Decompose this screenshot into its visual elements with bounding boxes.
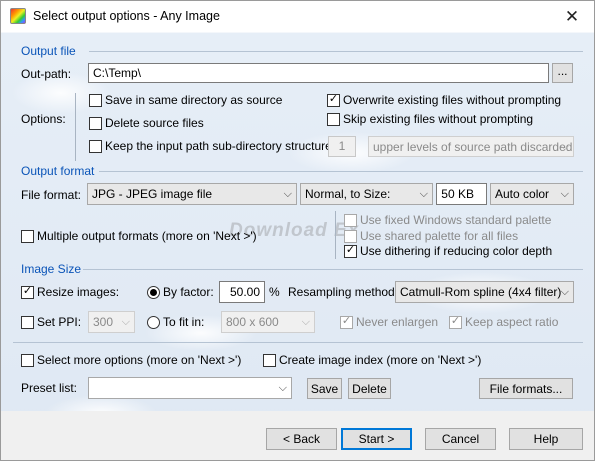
group-output-format: Output format [21,164,95,178]
dithering-checkbox[interactable]: ✓ [344,244,357,258]
select-more-label: Select more options (more on 'Next >') [37,353,242,367]
chevron-down-icon: ⌵ [560,141,569,153]
file-format-value: JPG - JPEG image file [92,187,213,201]
overwrite-checkbox[interactable]: ✓ [327,93,340,107]
radio-dot [150,289,157,296]
ppi-value: 300 [93,315,114,329]
chevron-down-icon: ⌵ [560,188,569,200]
keep-subdir-label: Keep the input path sub-directory struct… [105,139,336,153]
divider [83,269,583,270]
resize-label: Resize images: [37,285,120,299]
help-button[interactable]: Help [509,428,583,450]
check-icon: ✓ [345,244,356,256]
browse-button[interactable]: ... [552,63,573,83]
keep-subdir-checkbox[interactable] [89,140,102,153]
options-label: Options: [21,112,66,126]
shared-palette-label: Use shared palette for all files [360,229,519,243]
levels-combo-value: upper levels of source path discarded [373,140,573,154]
never-enlarge-label: Never enlargen [356,315,439,329]
resampling-combo[interactable]: Catmull-Rom spline (4x4 filter) ⌵ [395,281,574,303]
chevron-down-icon: ⌵ [419,188,428,200]
out-path-field[interactable]: C:\Temp\ [88,63,549,83]
fit-combo[interactable]: 800 x 600 ⌵ [221,311,315,333]
divider [13,342,583,343]
chevron-down-icon: ⌵ [278,382,287,394]
delete-source-label: Delete source files [105,116,204,130]
levels-combo[interactable]: upper levels of source path discarded ⌵ [368,136,574,157]
delete-source-checkbox[interactable] [89,117,102,130]
fit-value: 800 x 600 [226,315,279,329]
create-index-checkbox[interactable] [263,354,276,367]
keep-aspect-checkbox[interactable]: ✓ [449,315,462,329]
divider [89,51,583,52]
options-bracket [75,93,76,161]
dialog-window: Select output options - Any Image ✕ Down… [0,0,595,461]
set-ppi-label: Set PPI: [37,315,82,329]
preset-list-combo[interactable]: ⌵ [88,377,292,399]
keep-aspect-label: Keep aspect ratio [465,315,559,329]
preset-list-label: Preset list: [21,381,78,395]
window-title: Select output options - Any Image [33,9,220,23]
file-format-label: File format: [21,188,82,202]
by-factor-radio[interactable] [147,286,160,299]
file-format-combo[interactable]: JPG - JPEG image file ⌵ [87,183,297,205]
check-icon: ✓ [450,315,461,327]
skip-existing-checkbox[interactable] [327,113,340,126]
fixed-palette-checkbox[interactable] [344,214,357,227]
group-image-size: Image Size [21,262,82,276]
fixed-palette-label: Use fixed Windows standard palette [360,213,552,227]
color-mode-value: Auto color [495,187,550,201]
size-value-field[interactable]: 50 KB [436,183,487,205]
select-more-checkbox[interactable] [21,354,34,367]
multiple-formats-checkbox[interactable] [21,230,34,243]
chevron-down-icon: ⌵ [560,286,569,298]
multiple-formats-label: Multiple output formats (more on 'Next >… [37,229,257,243]
start-button[interactable]: Start > [341,428,412,450]
chevron-down-icon: ⌵ [301,316,310,328]
dialog-body: Download Ex Output file Out-path: C:\Tem… [1,33,594,460]
file-formats-button[interactable]: File formats... [479,378,573,399]
out-path-label: Out-path: [21,67,72,81]
save-same-dir-label: Save in same directory as source [105,93,283,107]
size-mode-value: Normal, to Size: [305,187,391,201]
percent-label: % [269,285,280,299]
color-mode-combo[interactable]: Auto color ⌵ [490,183,574,205]
group-output-file: Output file [21,44,76,58]
button-bar: < Back Start > Cancel Help [1,411,594,460]
size-mode-combo[interactable]: Normal, to Size: ⌵ [300,183,433,205]
ppi-combo[interactable]: 300 ⌵ [88,311,135,333]
set-ppi-checkbox[interactable] [21,316,34,329]
chevron-down-icon: ⌵ [283,188,292,200]
levels-field[interactable]: 1 [328,136,356,157]
back-button[interactable]: < Back [266,428,337,450]
chevron-down-icon: ⌵ [121,316,130,328]
overwrite-label: Overwrite existing files without prompti… [343,93,562,107]
palette-bracket [335,211,336,259]
close-icon[interactable]: ✕ [550,1,594,32]
save-same-dir-checkbox[interactable] [89,94,102,107]
title-bar: Select output options - Any Image ✕ [1,1,594,32]
never-enlarge-checkbox[interactable]: ✓ [340,315,353,329]
resize-checkbox[interactable]: ✓ [21,285,34,299]
color-palette-icon [10,8,26,24]
preset-delete-button[interactable]: Delete [348,378,391,399]
by-factor-label: By factor: [163,285,214,299]
divider [99,171,583,172]
factor-field[interactable]: 50.00 [219,281,265,303]
create-index-label: Create image index (more on 'Next >') [279,353,482,367]
check-icon: ✓ [328,93,339,105]
dithering-label: Use dithering if reducing color depth [360,244,553,258]
preset-save-button[interactable]: Save [307,378,342,399]
shared-palette-checkbox[interactable] [344,230,357,243]
cancel-button[interactable]: Cancel [425,428,496,450]
check-icon: ✓ [22,285,33,297]
to-fit-in-label: To fit in: [163,315,205,329]
resampling-label: Resampling method: [288,285,399,299]
check-icon: ✓ [341,315,352,327]
resampling-value: Catmull-Rom spline (4x4 filter) [400,285,562,299]
skip-existing-label: Skip existing files without prompting [343,112,534,126]
to-fit-in-radio[interactable] [147,316,160,329]
